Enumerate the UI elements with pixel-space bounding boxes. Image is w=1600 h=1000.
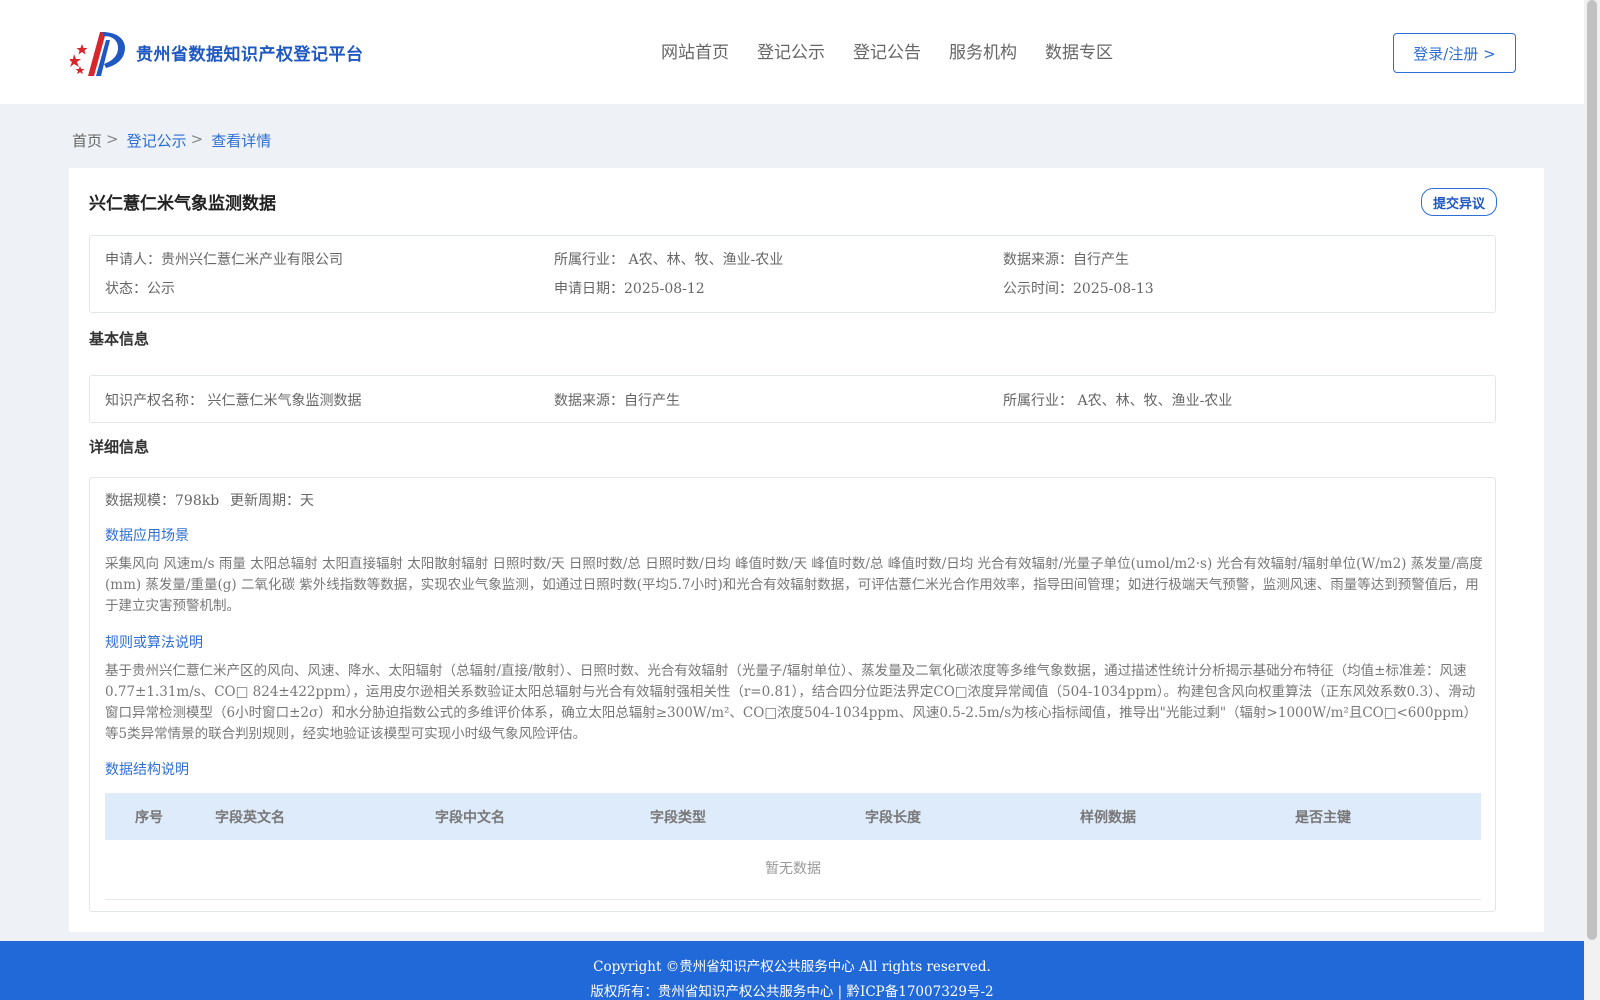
col-header-english-name: 字段英文名 [215, 810, 285, 826]
industry-field: 所属行业： A农、林、牧、渔业-农业 [554, 249, 783, 269]
main-nav: 网站首页 登记公示 登记公告 服务机构 数据专区 [661, 38, 1141, 63]
basic-info-heading: 基本信息 [89, 330, 150, 348]
col-header-chinese-name: 字段中文名 [435, 810, 505, 826]
source-value: 自行产生 [1073, 252, 1129, 268]
apply-date-field: 申请日期：2025-08-12 [554, 278, 705, 298]
nav-item-home[interactable]: 网站首页 [661, 38, 729, 63]
detail-info-panel: 数据规模：798kb 更新周期：天 数据应用场景 采集风向 风速m/s 雨量 太… [89, 477, 1496, 912]
site-footer: Copyright ©贵州省知识产权公共服务中心 All rights rese… [0, 941, 1584, 1000]
page-title: 兴仁薏仁米气象监测数据 [89, 194, 276, 214]
status-label: 状态： [105, 281, 147, 297]
basic-source-field: 数据来源：自行产生 [554, 390, 680, 410]
ip-name-field: 知识产权名称： 兴仁薏仁米气象监测数据 [105, 390, 361, 410]
update-cycle-value: 天 [300, 493, 314, 509]
site-name: 贵州省数据知识产权登记平台 [136, 44, 364, 65]
ip-name-label: 知识产权名称： [105, 393, 203, 409]
page-scrollbar[interactable] [1584, 0, 1600, 1000]
structure-heading: 数据结构说明 [105, 762, 189, 778]
breadcrumb-current: 查看详情 [211, 132, 272, 150]
nav-item-service-agencies[interactable]: 服务机构 [949, 38, 1017, 63]
breadcrumb-home[interactable]: 首页 [72, 130, 102, 151]
nav-item-registration-notice[interactable]: 登记公示 [757, 38, 825, 63]
nav-item-registration-announcement[interactable]: 登记公告 [853, 38, 921, 63]
structure-table-empty: 暂无数据 [105, 840, 1481, 900]
apply-date-label: 申请日期： [554, 281, 624, 297]
basic-source-value: 自行产生 [624, 393, 680, 409]
scenario-text: 采集风向 风速m/s 雨量 太阳总辐射 太阳直接辐射 太阳散射辐射 日照时数/天… [105, 556, 1483, 614]
basic-industry-value: A农、林、牧、渔业-农业 [1077, 393, 1233, 409]
logo-emblem-icon [68, 26, 130, 78]
applicant-value: 贵州兴仁薏仁米产业有限公司 [161, 252, 343, 268]
industry-value: A农、林、牧、渔业-农业 [628, 252, 784, 268]
basic-source-label: 数据来源： [554, 393, 624, 409]
breadcrumb-separator: > [190, 130, 204, 148]
nav-item-data-zone[interactable]: 数据专区 [1045, 38, 1113, 63]
basic-info-panel: 知识产权名称： 兴仁薏仁米气象监测数据 数据来源：自行产生 所属行业： A农、林… [89, 375, 1496, 423]
status-value: 公示 [147, 281, 175, 297]
submit-objection-button[interactable]: 提交异议 [1421, 188, 1497, 216]
summary-panel: 申请人：贵州兴仁薏仁米产业有限公司 所属行业： A农、林、牧、渔业-农业 数据来… [89, 235, 1496, 313]
industry-label: 所属行业： [554, 252, 624, 268]
col-header-primary-key: 是否主键 [1295, 810, 1351, 826]
applicant-field: 申请人：贵州兴仁薏仁米产业有限公司 [105, 249, 343, 269]
source-field: 数据来源：自行产生 [1003, 249, 1129, 269]
algorithm-heading: 规则或算法说明 [105, 635, 203, 651]
structure-table-header: 序号 字段英文名 字段中文名 字段类型 字段长度 样例数据 是否主键 [105, 793, 1481, 840]
source-label: 数据来源： [1003, 252, 1073, 268]
login-register-button[interactable]: 登录/注册 > [1393, 33, 1516, 73]
status-field: 状态：公示 [105, 278, 175, 298]
breadcrumb-registration-notice[interactable]: 登记公示 [127, 130, 187, 151]
scale-field: 数据规模：798kb [105, 490, 219, 510]
breadcrumb-separator: > [106, 130, 119, 148]
apply-date-value: 2025-08-12 [624, 281, 705, 297]
publish-date-field: 公示时间：2025-08-13 [1003, 278, 1154, 298]
footer-copyright: Copyright ©贵州省知识产权公共服务中心 All rights rese… [593, 959, 991, 975]
update-cycle-label: 更新周期： [230, 493, 300, 509]
col-header-sample: 样例数据 [1080, 810, 1136, 826]
scenario-heading: 数据应用场景 [105, 528, 189, 544]
publish-date-label: 公示时间： [1003, 281, 1073, 297]
basic-industry-label: 所属行业： [1003, 393, 1073, 409]
site-logo[interactable]: 贵州省数据知识产权登记平台 [68, 26, 364, 78]
breadcrumb: 首页 > 登记公示 > 查看详情 [72, 130, 271, 151]
basic-industry-field: 所属行业： A农、林、牧、渔业-农业 [1003, 390, 1232, 410]
ip-name-value: 兴仁薏仁米气象监测数据 [207, 393, 362, 409]
scrollbar-thumb[interactable] [1587, 0, 1597, 940]
scale-label: 数据规模： [105, 493, 175, 509]
footer-owner: 版权所有：贵州省知识产权公共服务中心 | 黔ICP备17007329号-2 [590, 984, 994, 1000]
detail-card: 兴仁薏仁米气象监测数据 提交异议 申请人：贵州兴仁薏仁米产业有限公司 所属行业：… [69, 168, 1544, 932]
scale-value: 798kb [175, 493, 220, 509]
col-header-length: 字段长度 [865, 810, 921, 826]
publish-date-value: 2025-08-13 [1073, 281, 1154, 297]
update-cycle-field: 更新周期：天 [230, 490, 314, 510]
col-header-type: 字段类型 [650, 810, 706, 826]
algorithm-text: 基于贵州兴仁薏仁米产区的风向、风速、降水、太阳辐射（总辐射/直接/散射）、日照时… [105, 663, 1478, 742]
applicant-label: 申请人： [105, 252, 161, 268]
col-header-index: 序号 [135, 810, 163, 826]
detail-info-heading: 详细信息 [89, 438, 150, 456]
site-header: 贵州省数据知识产权登记平台 网站首页 登记公示 登记公告 服务机构 数据专区 登… [0, 0, 1584, 104]
